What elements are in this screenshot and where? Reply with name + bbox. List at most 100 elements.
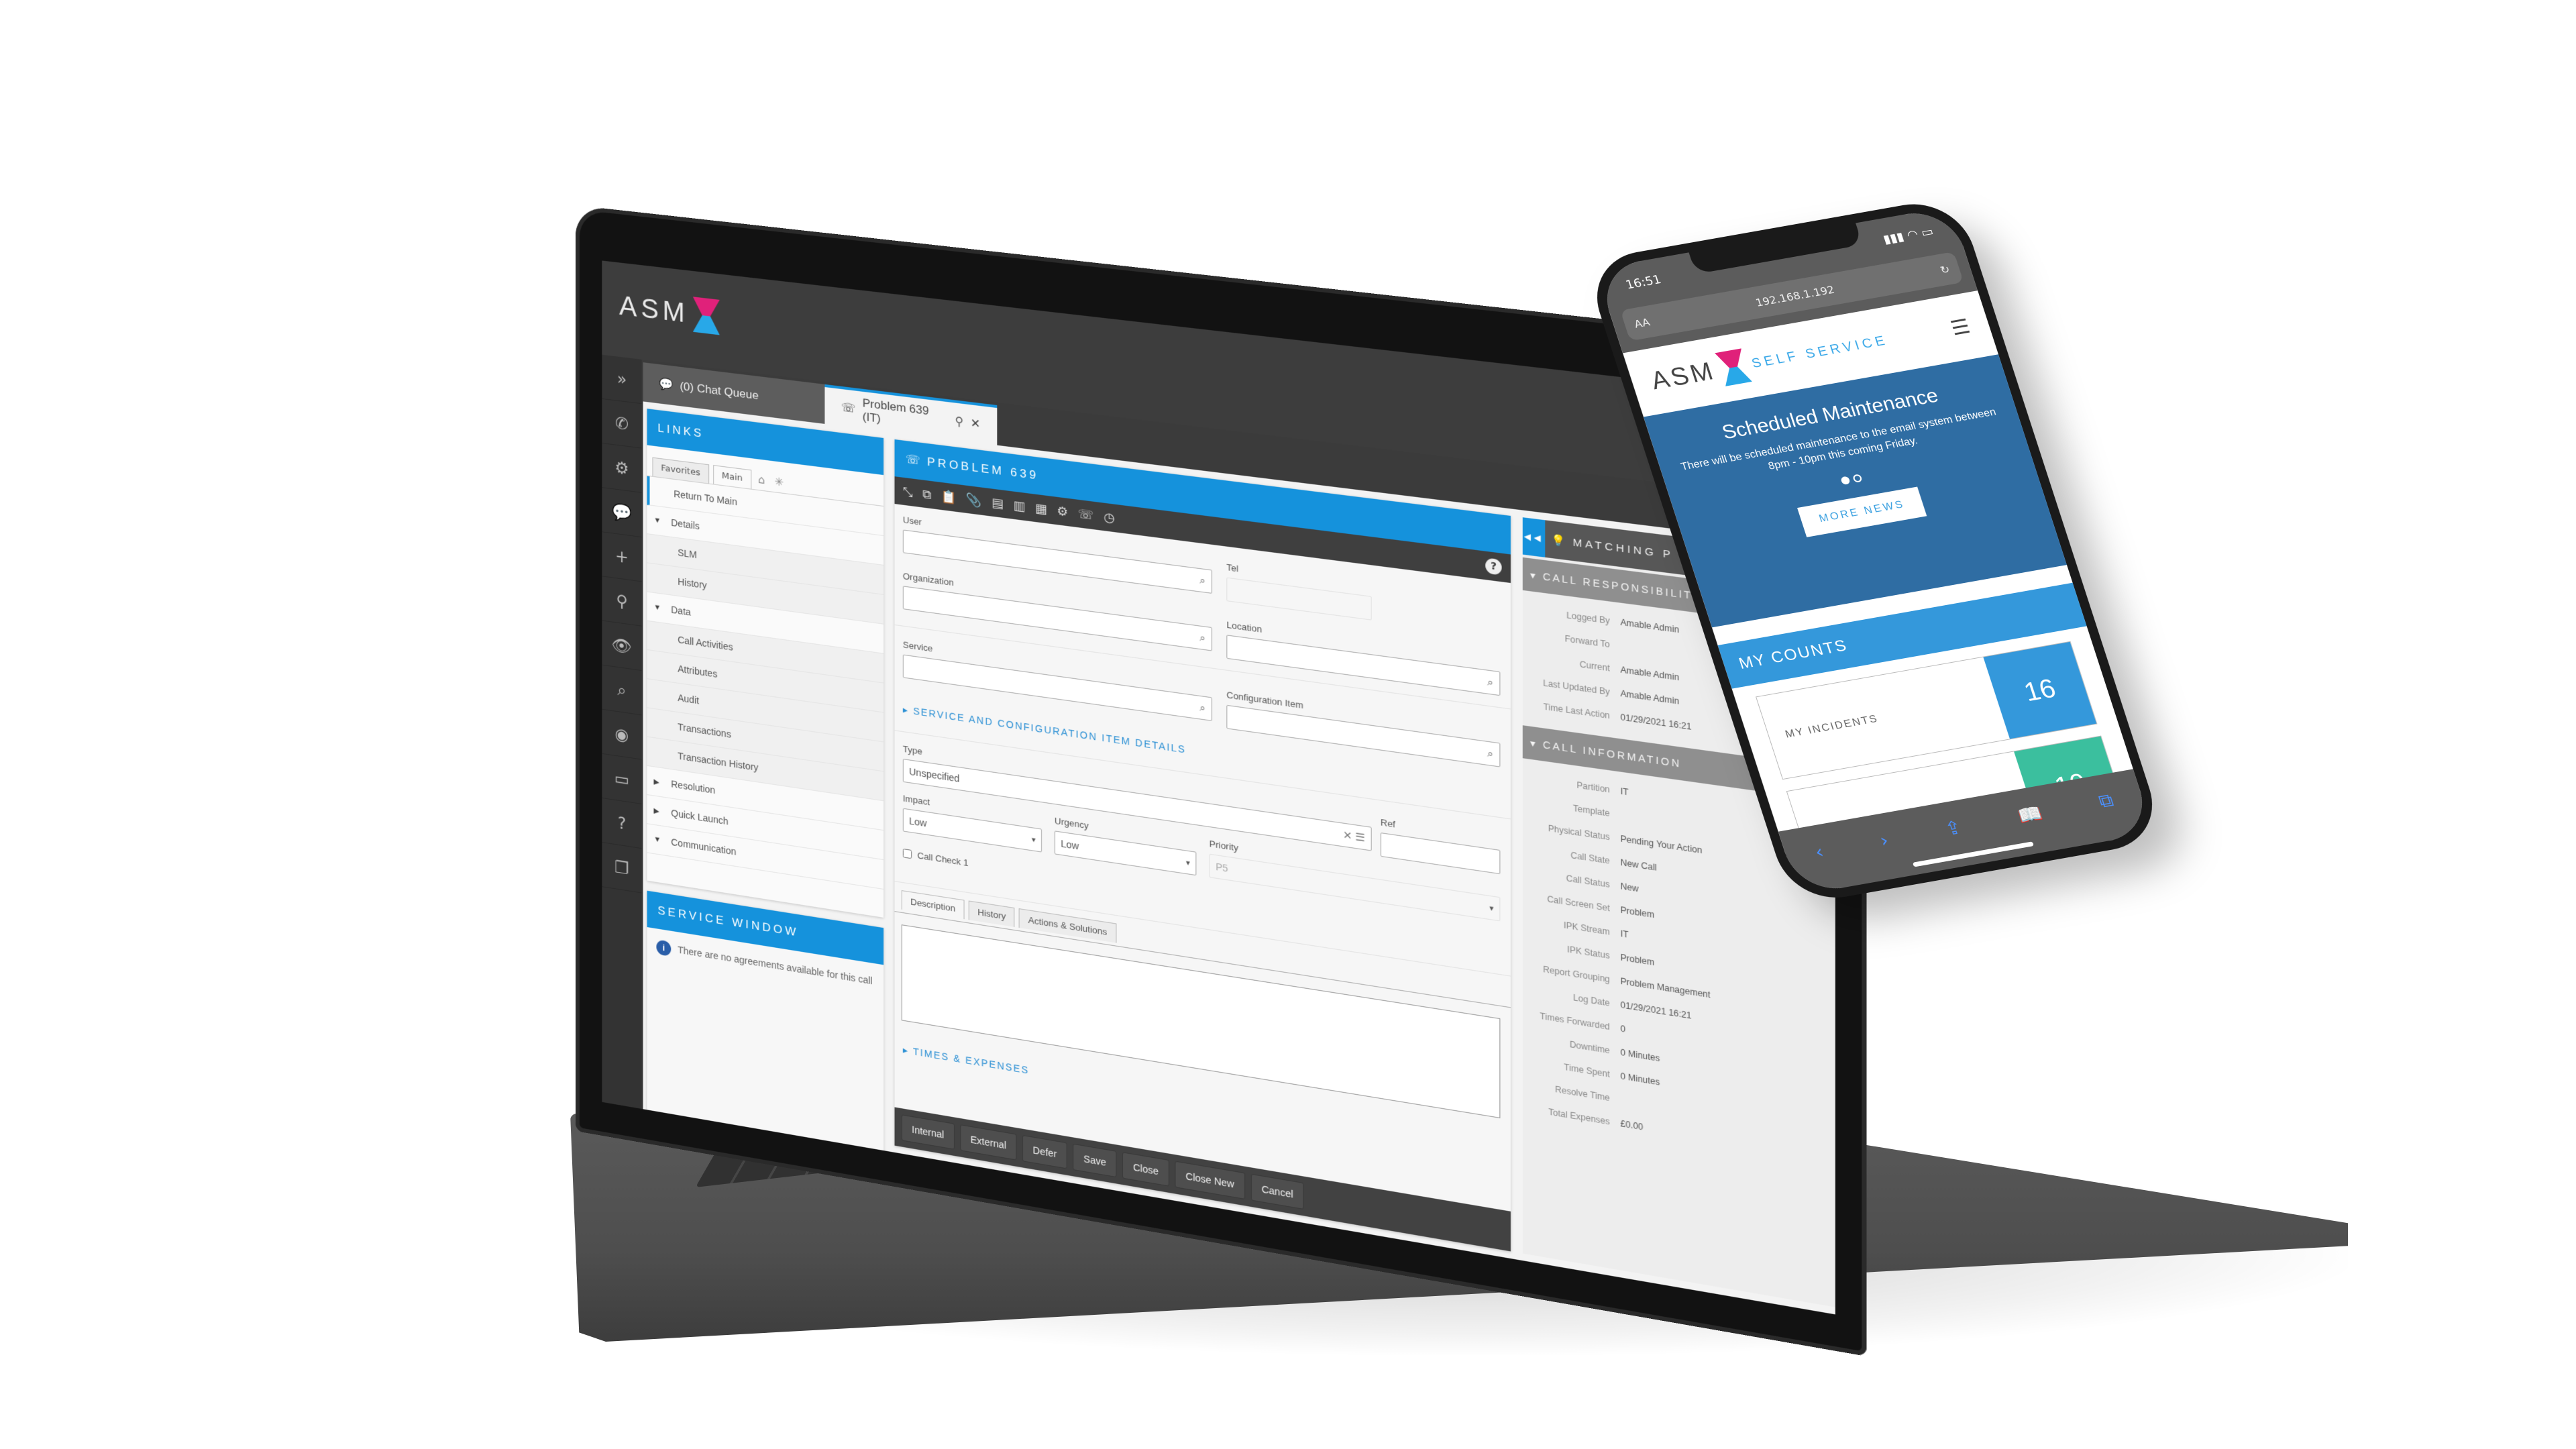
info-value: 01/29/2021 16:21 (1620, 712, 1692, 732)
defer-button[interactable]: Defer (1022, 1134, 1068, 1169)
info-value: New (1620, 880, 1639, 894)
call-check-1[interactable]: Call Check 1 (902, 848, 968, 868)
home-icon[interactable]: ⌂ (755, 468, 767, 491)
form-icon[interactable]: ▥ (1013, 498, 1025, 514)
caret-down-icon: ▼ (653, 835, 661, 845)
settings-doc-icon[interactable]: ▦ (1035, 500, 1047, 517)
close-icon[interactable]: ✕ (971, 417, 981, 431)
ref-field[interactable] (1380, 832, 1501, 875)
call-check-1-checkbox[interactable] (902, 848, 912, 859)
search-circle-icon[interactable]: ◉ (602, 709, 642, 760)
gear-icon[interactable]: ⚙ (1057, 504, 1068, 520)
tel-field[interactable] (1226, 577, 1372, 621)
expand-icon[interactable]: » (602, 354, 642, 405)
service-ci-details-toggle[interactable]: ▸ SERVICE AND CONFIGURATION ITEM DETAILS (903, 704, 1186, 756)
help-icon[interactable]: ? (602, 798, 642, 849)
links-item-label: Audit (678, 692, 700, 706)
chevron-down-icon: ▾ (1489, 904, 1494, 913)
plus-icon[interactable]: + (602, 532, 642, 582)
pin-icon[interactable]: ⚲ (955, 415, 963, 429)
windows-icon[interactable]: ❐ (602, 843, 642, 894)
links-item-label: Call Activities (678, 634, 733, 653)
search-icon[interactable]: ⌕ (1199, 702, 1205, 714)
urgency-label: Urgency (1054, 815, 1089, 831)
close-button[interactable]: Close (1122, 1152, 1169, 1187)
search-icon[interactable]: ⌕ (602, 665, 642, 716)
collapse-icon[interactable]: ⤡ (903, 484, 913, 499)
forward-icon[interactable]: › (1877, 828, 1891, 851)
tabs-icon[interactable]: ⧉ (2096, 789, 2116, 813)
document-icon[interactable]: ▤ (991, 495, 1004, 511)
search-icon[interactable]: ⌕ (1199, 574, 1205, 587)
search-icon[interactable]: ⌕ (1487, 676, 1493, 689)
impact-value: Low (909, 815, 927, 829)
tel-label: Tel (1226, 561, 1239, 574)
problem-icon[interactable]: ☏ (1078, 506, 1094, 523)
clear-list-icon[interactable]: ✕ ☰ (1343, 828, 1365, 845)
chat-icon[interactable]: 💬 (602, 488, 642, 538)
pin-icon[interactable]: ⚲ (602, 576, 642, 627)
info-value: New Call (1620, 857, 1657, 873)
clock-icon[interactable]: ◷ (1104, 510, 1115, 526)
type-value: Unspecified (909, 765, 960, 784)
description-textarea[interactable] (901, 924, 1501, 1119)
signal-wifi-battery-icon: ▮▮▮ ◠ ▭ (1881, 224, 1935, 247)
problem-form: User ⌕ Tel Organization ⌕ Location ⌕ Ser… (894, 504, 1511, 1226)
links-item-label: History (678, 576, 707, 591)
internal-button[interactable]: Internal (901, 1114, 955, 1150)
save-button[interactable]: Save (1073, 1143, 1117, 1178)
service-label: Service (902, 639, 933, 654)
info-value: Amable Admin (1620, 664, 1680, 682)
info-value: Amable Admin (1620, 688, 1680, 706)
back-icon[interactable]: ‹ (1812, 841, 1826, 863)
impact-label: Impact (902, 793, 930, 808)
times-expenses-label: TIMES & EXPENSES (912, 1045, 1030, 1076)
caret-right-icon: ▶ (653, 806, 659, 816)
info-value: IT (1620, 928, 1629, 940)
cancel-button[interactable]: Cancel (1250, 1173, 1304, 1210)
logo-text: ASM (619, 290, 689, 329)
organization-field[interactable]: ⌕ (902, 586, 1212, 651)
times-expenses-toggle[interactable]: ▸ TIMES & EXPENSES (903, 1044, 1029, 1077)
search-icon[interactable]: ⌕ (1487, 747, 1493, 760)
location-label: Location (1226, 619, 1263, 635)
links-item-label: SLM (678, 547, 697, 561)
external-button[interactable]: External (960, 1124, 1017, 1161)
priority-label: Priority (1209, 838, 1238, 853)
caret-down-icon: ▼ (653, 516, 661, 525)
more-news-button[interactable]: MORE NEWS (1797, 486, 1927, 537)
subtab-description[interactable]: Description (901, 890, 965, 920)
close-new-button[interactable]: Close New (1175, 1161, 1245, 1199)
collapse-panel-icon[interactable]: ◀◀ (1522, 517, 1546, 557)
gear-icon[interactable]: ⚙ (602, 443, 642, 493)
attachment-icon[interactable]: 📎 (966, 492, 981, 508)
links-item-label: Resolution (671, 778, 716, 796)
carousel-dot[interactable] (1840, 476, 1851, 485)
info-value: £0.00 (1620, 1118, 1644, 1132)
phone-icon[interactable]: ✆ (602, 398, 642, 449)
configuration-item-field[interactable]: ⌕ (1226, 704, 1501, 767)
eye-icon[interactable]: 👁 (602, 621, 642, 672)
clipboard-icon[interactable]: 📋 (941, 489, 957, 505)
organization-label: Organization (902, 570, 954, 588)
left-nav-rail: » ✆ ⚙ 💬 + ⚲ 👁 ⌕ ◉ ▭? ❐ (602, 354, 642, 1109)
search-icon[interactable]: ⌕ (1199, 631, 1205, 644)
tab-label: (0) Chat Queue (680, 379, 759, 402)
links-item-label: Transactions (678, 721, 731, 740)
impact-select[interactable]: Low ▾ (902, 808, 1042, 853)
links-item-label: Transaction History (678, 750, 759, 773)
matching-title: MATCHING P (1572, 536, 1674, 561)
copy-icon[interactable]: ⧉ (922, 486, 931, 502)
logo-x-icon (1715, 348, 1752, 386)
hamburger-menu-icon[interactable]: ☰ (1948, 315, 1974, 340)
links-item-label: Return To Main (674, 488, 737, 508)
location-field[interactable]: ⌕ (1226, 635, 1501, 696)
share-icon[interactable]: ⇪ (1942, 816, 1965, 840)
collapse-all-icon[interactable]: ✳ (771, 470, 786, 493)
bookmarks-icon[interactable]: 📖 (2015, 802, 2045, 827)
urgency-select[interactable]: Low ▾ (1054, 830, 1197, 876)
help-icon[interactable]: ? (1485, 557, 1502, 576)
type-label: Type (902, 743, 922, 757)
toolbox-icon[interactable]: ▭ (602, 753, 642, 804)
carousel-dot[interactable] (1851, 474, 1863, 483)
